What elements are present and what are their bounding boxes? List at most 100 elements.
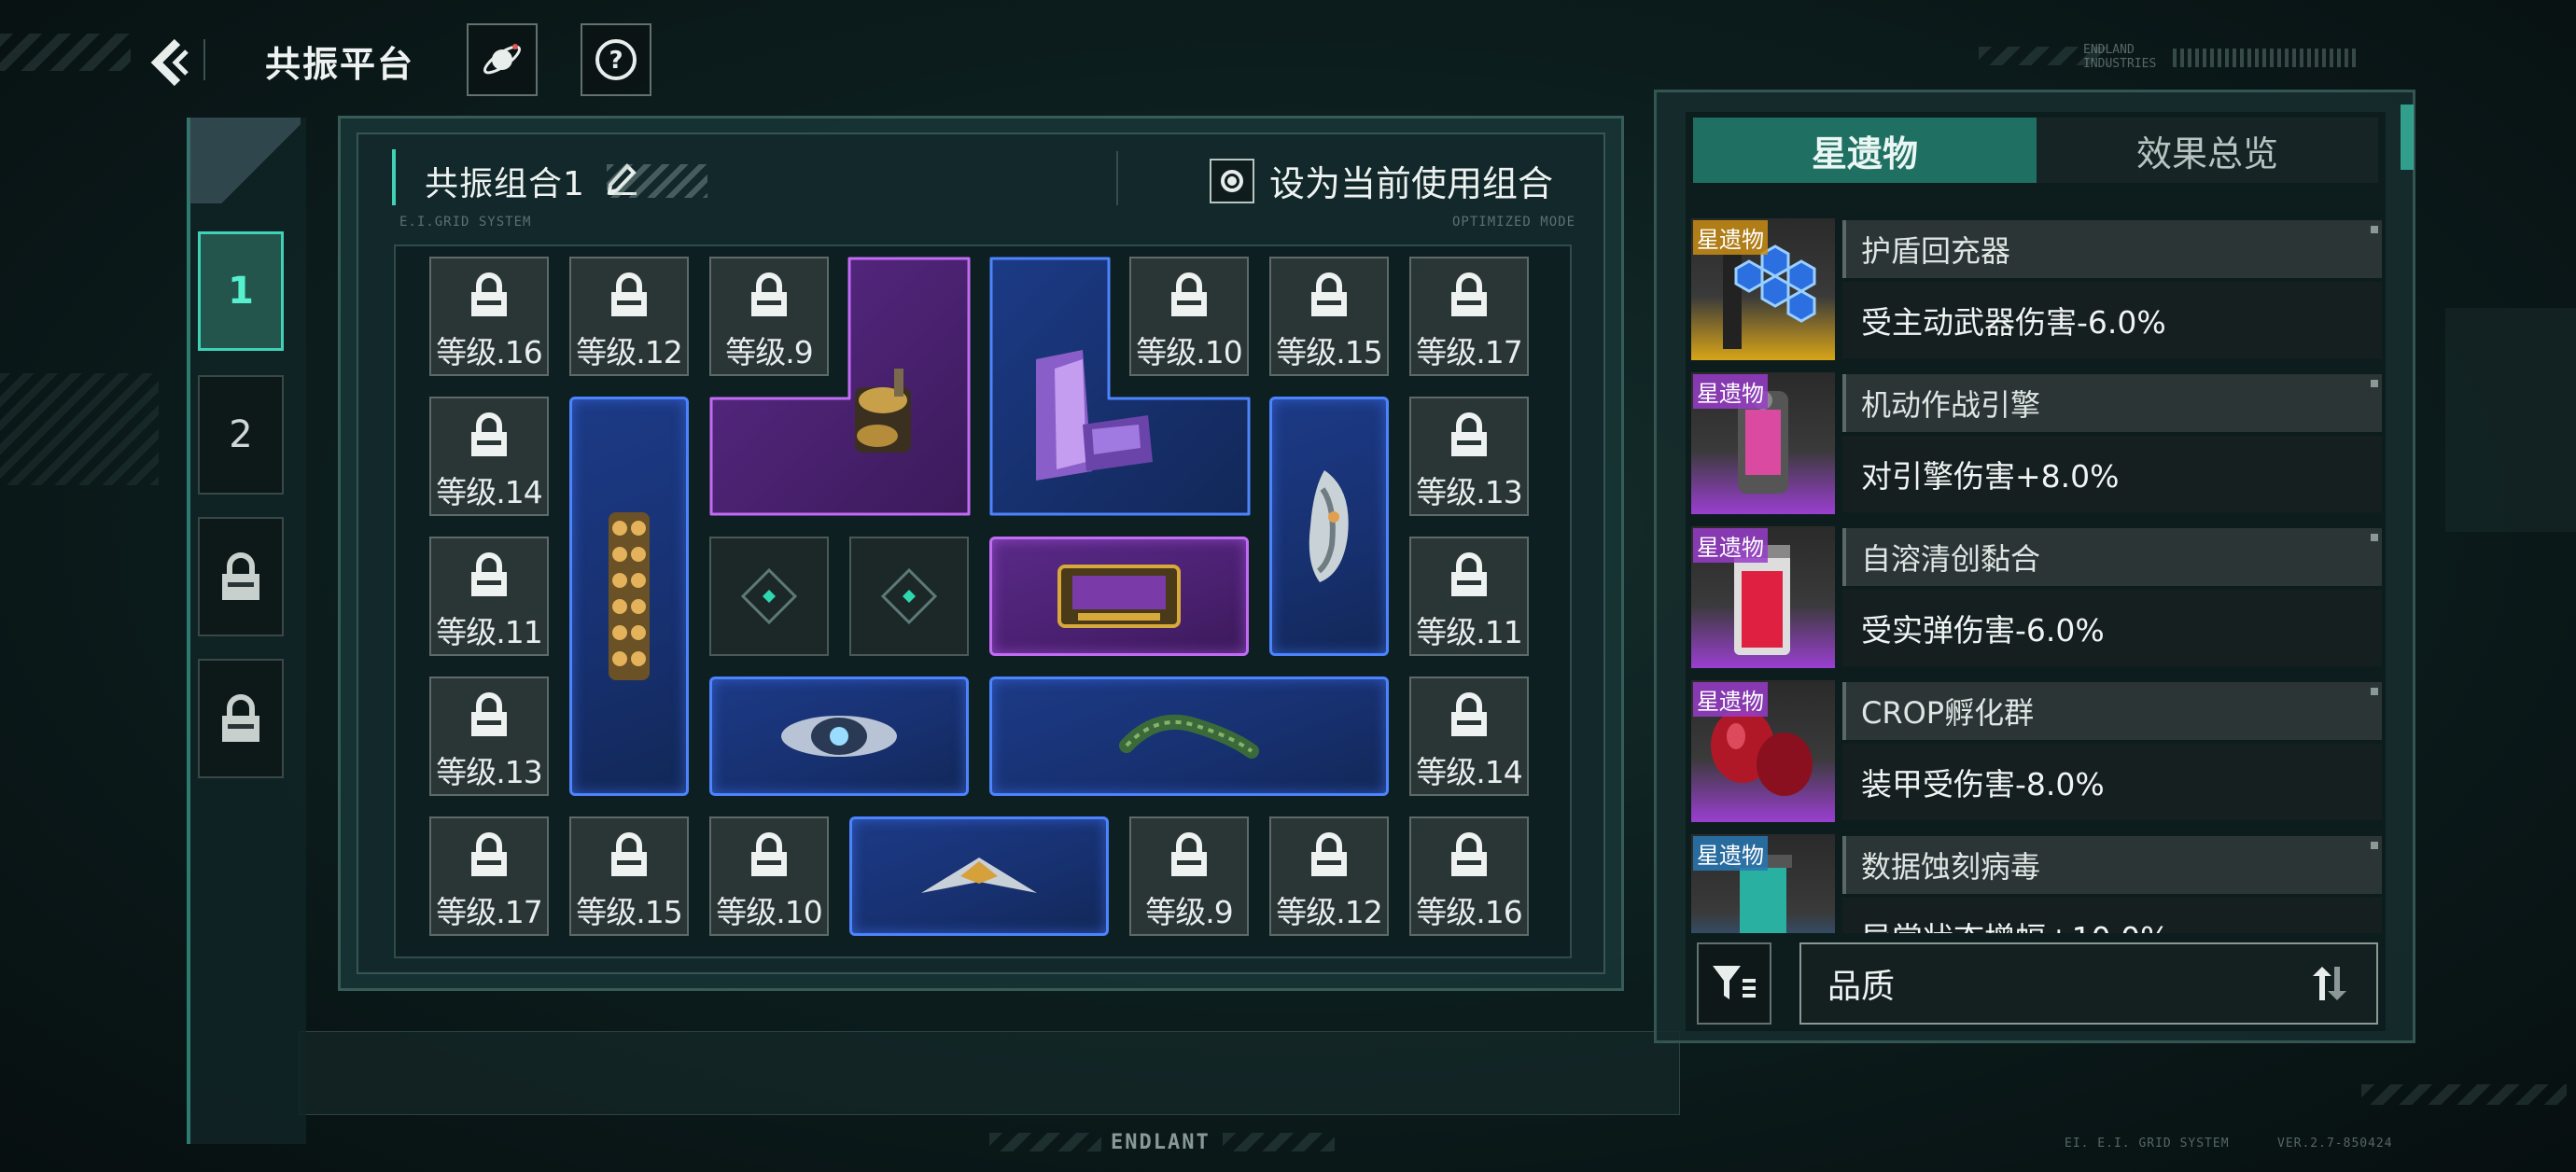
sort-select[interactable]: 品质 (1799, 942, 2378, 1025)
relic-piece-claw[interactable] (1269, 397, 1389, 656)
relic-piece-ammo-belt[interactable] (569, 397, 689, 796)
relic-piece-chip-case[interactable] (989, 537, 1249, 656)
relic-piece-crystal[interactable] (989, 257, 1251, 516)
help-button[interactable]: ? (581, 23, 651, 96)
relic-piece-drone-engine[interactable] (709, 257, 971, 516)
slot-tab-locked[interactable] (198, 517, 284, 636)
relic-list-item[interactable]: 星遗物 机动作战引擎 对引擎伤害+8.0% (1691, 369, 2386, 523)
combo-name: 共振组合1 (425, 165, 585, 203)
relic-effect: 受主动武器伤害-6.0% (1842, 282, 2382, 358)
claw-icon (1309, 470, 1349, 582)
locked-cell[interactable]: 等级.14 (429, 397, 549, 516)
locked-cell[interactable]: 等级.15 (569, 816, 689, 936)
back-arrow-icon (150, 38, 189, 87)
lock-icon (1451, 272, 1487, 316)
level-label: 等级.12 (576, 334, 682, 370)
back-button[interactable] (135, 30, 201, 95)
page-title: 共振平台 (265, 44, 415, 85)
tab-effect-overview[interactable]: 效果总览 (2037, 118, 2378, 183)
relic-list-item[interactable]: 星遗物 自溶清创黏合 受实弹伤害-6.0% (1691, 523, 2386, 677)
planet-icon (483, 44, 521, 75)
locked-cell[interactable]: 等级.10 (709, 816, 829, 936)
bg-console (299, 1031, 1680, 1115)
lock-icon (471, 692, 507, 736)
set-current-toggle[interactable]: 设为当前使用组合 (1210, 155, 1553, 206)
filter-icon (1713, 966, 1756, 999)
level-label: 等级.14 (436, 474, 542, 510)
locked-cell[interactable]: 等级.17 (1409, 257, 1529, 376)
slot-tab-label: 2 (229, 413, 253, 456)
help-icon: ? (595, 39, 637, 80)
divider (203, 39, 205, 80)
bg-stripe (1223, 1133, 1335, 1151)
sort-label: 品质 (1827, 968, 1896, 1006)
slot-tab-1[interactable]: 1 (198, 231, 284, 351)
level-label: 等级.13 (436, 754, 542, 790)
lock-icon (1451, 552, 1487, 596)
locked-cell[interactable]: 等级.11 (1409, 537, 1529, 656)
slot-tab-locked[interactable] (198, 659, 284, 778)
column-cap (189, 118, 301, 203)
lock-icon (1311, 832, 1347, 876)
locked-cell[interactable]: 等级.13 (429, 677, 549, 796)
level-label: 等级.15 (576, 894, 682, 930)
relic-piece-worm[interactable] (989, 677, 1389, 796)
lock-icon (222, 552, 259, 600)
corner-mark (2371, 842, 2378, 849)
locked-cell[interactable]: 等级.15 (1269, 257, 1389, 376)
tab-relics[interactable]: 星遗物 (1693, 118, 2037, 183)
mode-label: OPTIMIZED MODE (1452, 215, 1576, 230)
svg-text:?: ? (609, 47, 623, 75)
relic-name: CROP孵化群 (1842, 682, 2382, 740)
relic-effect: 受实弹伤害-6.0% (1842, 590, 2382, 666)
empty-slot[interactable] (849, 537, 969, 656)
relic-list-item[interactable]: 星遗物 CROP孵化群 装甲受伤害-8.0% (1691, 677, 2386, 830)
locked-cell[interactable]: 等级.16 (1409, 816, 1529, 936)
barcode-deco (2173, 49, 2359, 67)
locked-cell[interactable]: 等级.12 (569, 257, 689, 376)
lock-icon (751, 832, 787, 876)
relic-effect: 异常状态增幅+10.0% (1842, 898, 2382, 933)
relic-name: 机动作战引擎 (1842, 374, 2382, 432)
level-label: 等级.14 (1416, 754, 1522, 790)
level-label: 等级.16 (1416, 894, 1522, 930)
relic-list-item[interactable]: 星遗物 数据蚀刻病毒 异常状态增幅+10.0% (1691, 830, 2386, 933)
set-current-label: 设为当前使用组合 (1269, 163, 1554, 204)
locked-cell[interactable]: 等级.14 (1409, 677, 1529, 796)
empty-slot[interactable] (709, 537, 829, 656)
footer-logo: ENDLANT (1111, 1131, 1211, 1154)
relic-name: 自溶清创黏合 (1842, 528, 2382, 586)
relic-name: 数据蚀刻病毒 (1842, 836, 2382, 894)
accent-strip (2401, 105, 2414, 170)
brand-label: ENDLAND INDUSTRIES (2083, 43, 2157, 71)
relic-badge: 星遗物 (1693, 836, 1768, 871)
planet-button[interactable] (467, 23, 538, 96)
locked-cell[interactable]: 等级.17 (429, 816, 549, 936)
level-label: 等级.15 (1276, 334, 1382, 370)
relic-piece-wing[interactable] (849, 816, 1109, 936)
locked-cell[interactable]: 等级.9 (1129, 816, 1249, 936)
relic-name: 护盾回充器 (1842, 220, 2382, 278)
lock-icon (611, 272, 647, 316)
relic-list-item[interactable]: 星遗物 护盾回充器 受主动武器伤害-6.0% (1691, 215, 2386, 369)
relic-list: 星遗物 护盾回充器 受主动武器伤害-6.0% 星遗物 机动作战引擎 对引擎伤害+… (1691, 215, 2386, 933)
bg-panel (2445, 308, 2576, 532)
lock-icon (471, 832, 507, 876)
divider (1116, 151, 1118, 205)
relic-effect: 装甲受伤害-8.0% (1842, 744, 2382, 820)
relic-badge: 星遗物 (1693, 528, 1768, 563)
bg-stripe (989, 1133, 1101, 1151)
lock-icon (1311, 272, 1347, 316)
accent-bar (392, 149, 396, 205)
filter-button[interactable] (1697, 942, 1771, 1025)
footer-version: VER.2.7-850424 (2277, 1137, 2393, 1151)
bg-stripe (0, 34, 131, 71)
locked-cell[interactable]: 等级.12 (1269, 816, 1389, 936)
relic-piece-pod[interactable] (709, 677, 969, 796)
slot-tab-2[interactable]: 2 (198, 375, 284, 495)
locked-cell[interactable]: 等级.11 (429, 537, 549, 656)
locked-cell[interactable]: 等级.13 (1409, 397, 1529, 516)
locked-cell[interactable]: 等级.16 (429, 257, 549, 376)
corner-mark (2371, 226, 2378, 233)
level-label: 等级.11 (1416, 614, 1522, 650)
